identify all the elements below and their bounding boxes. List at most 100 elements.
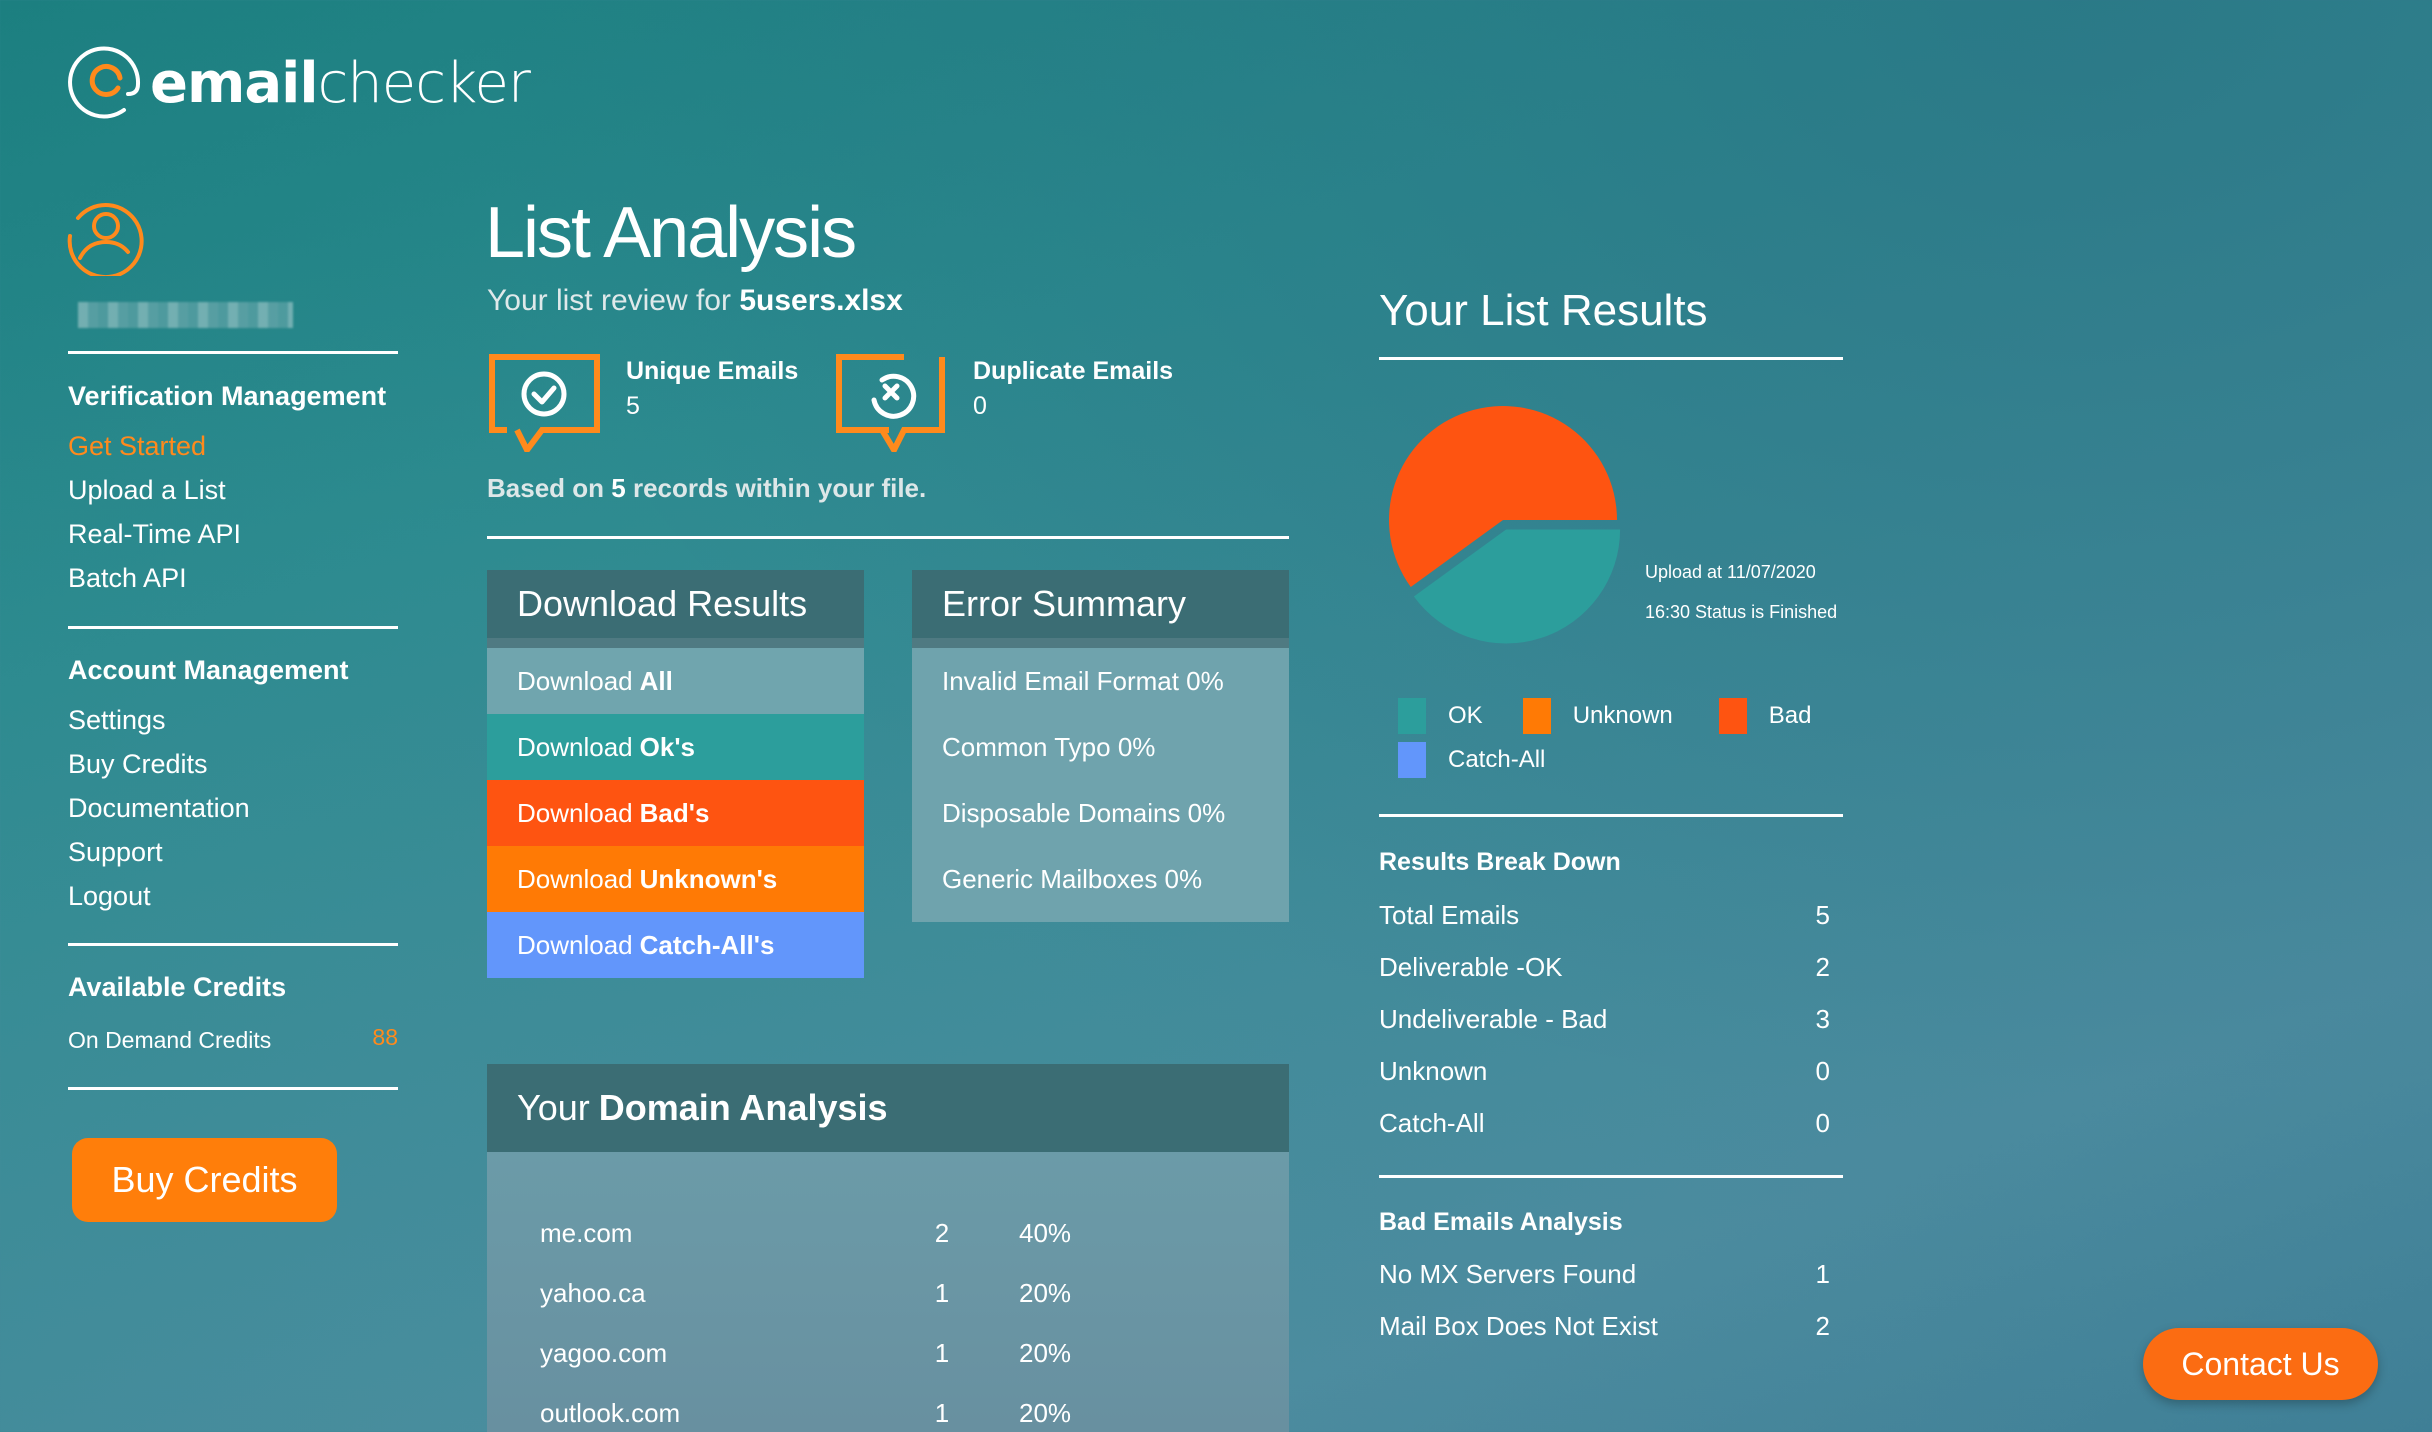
page-title: List Analysis <box>485 193 857 273</box>
sidebar-item-support[interactable]: Support <box>68 837 163 868</box>
list-results-title: Your List Results <box>1379 286 1708 335</box>
x-circle-icon <box>836 354 945 452</box>
credits-heading: Available Credits <box>68 972 287 1002</box>
check-circle-icon <box>489 354 600 452</box>
breakdown-row-value: 3 <box>1815 1004 1830 1034</box>
domain-title-prefix: Your <box>517 1087 590 1128</box>
error-summary-row: Invalid Email Format 0% <box>942 665 1224 696</box>
breakdown-row-label: Unknown <box>1379 1056 1488 1086</box>
sidebar-item-batch-api[interactable]: Batch API <box>68 563 187 594</box>
logo[interactable]: emailchecker <box>66 44 531 124</box>
domain-count: 1 <box>934 1398 950 1428</box>
username-redacted <box>78 302 293 328</box>
records-prefix: Based on <box>487 473 605 503</box>
domain-name: me.com <box>540 1218 633 1248</box>
records-count: 5 <box>611 473 626 503</box>
error-summary-title: Error Summary <box>912 570 1289 648</box>
contact-us-button[interactable]: Contact Us <box>2143 1328 2378 1400</box>
download-all-button[interactable]: Download All <box>487 648 864 714</box>
breakdown-row-value: 5 <box>1815 900 1830 930</box>
legend-label: OK <box>1448 702 1483 729</box>
download-results-panel: Download Results Download All Download Ok's… <box>487 570 864 978</box>
download-type: Unknown's <box>639 863 778 894</box>
sidebar-item-upload-list[interactable]: Upload a List <box>68 475 226 506</box>
unique-emails-value: 5 <box>626 392 640 420</box>
pie-legend: OK Unknown Bad Catch-All <box>1398 698 1858 778</box>
domain-percent: 40% <box>1019 1218 1072 1248</box>
error-summary-row: Disposable Domains 0% <box>942 797 1226 828</box>
breakdown-row-label: Total Emails <box>1379 900 1520 930</box>
legend-label: Unknown <box>1572 702 1673 729</box>
breakdown-row: Deliverable -OK 2 <box>1379 952 1830 983</box>
sidebar-divider <box>68 626 398 629</box>
at-sign-logo-icon <box>68 46 141 119</box>
download-bad-s-button[interactable]: Download Bad's <box>487 780 864 846</box>
breakdown-row-label: Catch-All <box>1379 1108 1485 1138</box>
breakdown-heading: Results Break Down <box>1379 848 1621 876</box>
bad-analysis-row-label: Mail Box Does Not Exist <box>1379 1311 1658 1341</box>
upload-status: 16:30 Status is Finished <box>1645 602 1838 622</box>
bad-analysis-row: Mail Box Does Not Exist 2 <box>1379 1311 1830 1342</box>
results-pie-chart <box>1389 406 1621 644</box>
legend-item-ok: OK <box>1398 698 1483 734</box>
subtitle-prefix: Your list review for <box>487 284 731 317</box>
legend-item-catch-all: Catch-All <box>1398 742 1545 778</box>
legend-swatch <box>1398 742 1426 778</box>
sidebar-item-settings[interactable]: Settings <box>68 705 166 736</box>
legend-item-unknown: Unknown <box>1522 698 1673 734</box>
list-review-subtitle: Your list review for 5users.xlsx <box>487 284 903 318</box>
buy-credits-button[interactable]: Buy Credits <box>72 1138 337 1222</box>
records-suffix: records within your file. <box>632 473 927 503</box>
download-type: Ok's <box>639 731 695 762</box>
download-prefix: Download <box>517 863 633 894</box>
domain-name: yagoo.com <box>540 1338 668 1368</box>
download-unknown-s-button[interactable]: Download Unknown's <box>487 846 864 912</box>
breakdown-row: Undeliverable - Bad 3 <box>1379 1004 1830 1035</box>
bad-analysis-heading: Bad Emails Analysis <box>1379 1208 1623 1236</box>
domain-count: 1 <box>934 1338 950 1368</box>
sidebar-divider <box>68 351 398 354</box>
on-demand-credits-value: 88 <box>372 1024 398 1050</box>
bad-analysis-row: No MX Servers Found 1 <box>1379 1259 1830 1290</box>
filename: 5users.xlsx <box>739 284 903 317</box>
download-prefix: Download <box>517 797 633 828</box>
bad-analysis-row-label: No MX Servers Found <box>1379 1259 1637 1289</box>
download-type: Catch-All's <box>639 929 775 960</box>
download-catch-all-s-button[interactable]: Download Catch-All's <box>487 912 864 978</box>
legend-swatch <box>1718 698 1747 734</box>
legend-label: Catch-All <box>1448 746 1546 773</box>
domain-percent: 20% <box>1019 1338 1072 1368</box>
sidebar-item-logout[interactable]: Logout <box>68 881 151 912</box>
breakdown-row: Unknown 0 <box>1379 1056 1830 1087</box>
domain-percent: 20% <box>1019 1398 1072 1428</box>
breakdown-row-value: 2 <box>1815 952 1830 982</box>
error-summary-panel: Error Summary Invalid Email Format 0% Com… <box>912 570 1289 922</box>
breakdown-row-label: Deliverable -OK <box>1379 952 1563 982</box>
sidebar-item-documentation[interactable]: Documentation <box>68 793 250 824</box>
domain-row: yagoo.com 1 20% <box>487 1338 1289 1378</box>
user-avatar-icon[interactable] <box>66 196 146 276</box>
breakdown-row-label: Undeliverable - Bad <box>1379 1004 1608 1034</box>
bad-analysis-row-value: 1 <box>1815 1259 1830 1289</box>
results-divider <box>1379 357 1843 360</box>
breakdown-row-value: 0 <box>1815 1056 1830 1086</box>
domain-name: yahoo.ca <box>540 1278 646 1308</box>
sidebar-item-get-started[interactable]: Get Started <box>68 431 206 462</box>
section-heading-account: Account Management <box>68 655 349 685</box>
legend-swatch <box>1398 698 1426 734</box>
domain-row: yahoo.ca 1 20% <box>487 1278 1289 1318</box>
breakdown-row-value: 0 <box>1815 1108 1830 1138</box>
download-ok-s-button[interactable]: Download Ok's <box>487 714 864 780</box>
unique-emails-label: Unique Emails <box>626 357 799 385</box>
download-type: Bad's <box>639 797 710 828</box>
domain-row: outlook.com 1 20% <box>487 1398 1289 1432</box>
breakdown-row: Total Emails 5 <box>1379 900 1830 931</box>
breakdown-row: Catch-All 0 <box>1379 1108 1830 1139</box>
section-heading-verification: Verification Management <box>68 381 387 411</box>
sidebar-item-buy-credits[interactable]: Buy Credits <box>68 749 208 780</box>
sidebar-divider <box>68 943 398 946</box>
download-results-title: Download Results <box>487 570 864 648</box>
sidebar-item-realtime-api[interactable]: Real-Time API <box>68 519 241 550</box>
domain-name: outlook.com <box>540 1398 681 1428</box>
legend-swatch <box>1522 698 1551 734</box>
